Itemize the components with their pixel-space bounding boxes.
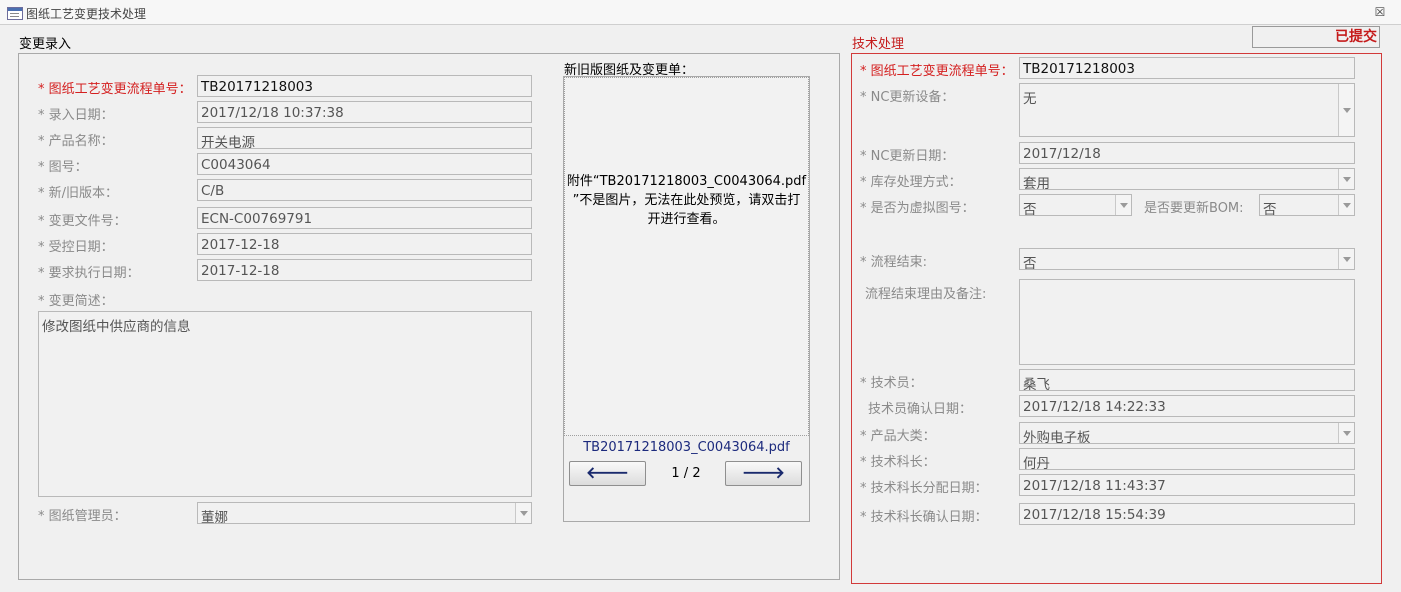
- preview-message-line1: 附件“TB20171218003_C0043064.pdf: [566, 174, 807, 189]
- nc-device-combo[interactable]: 无: [1019, 83, 1355, 137]
- technician-label: * 技术员：: [860, 376, 923, 391]
- nc-device-label: * NC更新设备：: [860, 90, 955, 105]
- stock-method-value: 套用: [1023, 176, 1050, 190]
- page-indicator: 1 / 2: [671, 466, 701, 481]
- chevron-down-icon[interactable]: [1338, 249, 1354, 269]
- attachment-filename-link[interactable]: TB20171218003_C0043064.pdf: [564, 440, 809, 455]
- chevron-down-icon[interactable]: [1338, 423, 1354, 443]
- version-field[interactable]: C/B: [197, 179, 532, 201]
- left-section-title: 变更录入: [19, 37, 72, 52]
- arrow-left-icon: 🡐: [586, 463, 629, 482]
- preview-message-line3: 开进行查看。: [647, 212, 726, 227]
- drawing-admin-label: * 图纸管理员：: [38, 509, 127, 524]
- entry-date-field[interactable]: 2017/12/18 10:37:38: [197, 101, 532, 123]
- tech-confirm-date-field[interactable]: 2017/12/18 14:22:33: [1019, 395, 1355, 417]
- chief-confirm-date-field[interactable]: 2017/12/18 15:54:39: [1019, 503, 1355, 525]
- tech-process-no-field[interactable]: TB20171218003: [1019, 57, 1355, 79]
- chevron-down-icon[interactable]: [1338, 195, 1354, 215]
- virtual-drawing-label: * 是否为虚拟图号：: [860, 201, 975, 216]
- chevron-down-icon[interactable]: [1338, 84, 1354, 136]
- change-doc-no-label: * 变更文件号：: [38, 214, 127, 229]
- section-chief-field[interactable]: 何丹: [1019, 448, 1355, 470]
- controlled-date-field[interactable]: 2017-12-18: [197, 233, 532, 255]
- chief-assign-date-label: * 技术科长分配日期：: [860, 481, 988, 496]
- technician-field[interactable]: 桑飞: [1019, 369, 1355, 391]
- close-icon[interactable]: ☒: [1373, 5, 1387, 19]
- chief-assign-date-field[interactable]: 2017/12/18 11:43:37: [1019, 474, 1355, 496]
- stock-method-label: * 库存处理方式：: [860, 175, 962, 190]
- chief-confirm-date-label: * 技术科长确认日期：: [860, 510, 988, 525]
- product-name-field[interactable]: 开关电源: [197, 127, 532, 149]
- change-summary-textarea[interactable]: 修改图纸中供应商的信息: [38, 311, 532, 497]
- next-page-button[interactable]: 🡒: [725, 461, 802, 486]
- process-end-label: * 流程结束:: [860, 255, 928, 270]
- product-category-combo[interactable]: 外购电子板: [1019, 422, 1355, 444]
- preview-message-line2: ”不是图片，无法在此处预览，请双击打: [572, 193, 801, 208]
- entry-date-label: * 录入日期：: [38, 108, 114, 123]
- title-bar: [0, 0, 1401, 25]
- product-category-label: * 产品大类：: [860, 429, 936, 444]
- change-summary-label: * 变更简述：: [38, 294, 114, 309]
- version-label: * 新/旧版本：: [38, 186, 119, 201]
- update-bom-value: 否: [1263, 202, 1277, 216]
- controlled-date-label: * 受控日期：: [38, 240, 114, 255]
- tech-process-no-label: * 图纸工艺变更流程单号：: [860, 64, 1014, 79]
- preview-message: 附件“TB20171218003_C0043064.pdf ”不是图片，无法在此…: [564, 172, 809, 229]
- drawing-admin-value: 董娜: [201, 510, 228, 524]
- status-badge: 已提交: [1252, 26, 1380, 48]
- stock-method-combo[interactable]: 套用: [1019, 168, 1355, 190]
- nc-update-date-label: * NC更新日期：: [860, 149, 955, 164]
- product-name-label: * 产品名称：: [38, 134, 114, 149]
- section-chief-label: * 技术科长：: [860, 455, 936, 470]
- form-icon: [7, 7, 23, 20]
- update-bom-label: 是否要更新BOM:: [1144, 201, 1244, 216]
- process-end-combo[interactable]: 否: [1019, 248, 1355, 270]
- end-reason-label: 流程结束理由及备注:: [865, 287, 987, 302]
- chevron-down-icon[interactable]: [1115, 195, 1131, 215]
- attachment-preview[interactable]: [564, 77, 809, 436]
- nc-update-date-field[interactable]: 2017/12/18: [1019, 142, 1355, 164]
- prev-page-button[interactable]: 🡐: [569, 461, 646, 486]
- right-section-title: 技术处理: [852, 37, 905, 52]
- window-title: 图纸工艺变更技术处理: [26, 7, 147, 21]
- virtual-drawing-value: 否: [1023, 202, 1037, 216]
- process-no-field[interactable]: TB20171218003: [197, 75, 532, 97]
- process-end-value: 否: [1023, 256, 1037, 270]
- end-reason-textarea[interactable]: [1019, 279, 1355, 365]
- chevron-down-icon[interactable]: [1338, 169, 1354, 189]
- update-bom-combo[interactable]: 否: [1259, 194, 1355, 216]
- product-category-value: 外购电子板: [1023, 430, 1091, 444]
- change-doc-no-field[interactable]: ECN-C00769791: [197, 207, 532, 229]
- process-no-label: * 图纸工艺变更流程单号：: [38, 82, 192, 97]
- drawing-no-field[interactable]: C0043064: [197, 153, 532, 175]
- virtual-drawing-combo[interactable]: 否: [1019, 194, 1132, 216]
- drawing-admin-combo[interactable]: 董娜: [197, 502, 532, 524]
- required-exec-date-field[interactable]: 2017-12-18: [197, 259, 532, 281]
- required-exec-date-label: * 要求执行日期：: [38, 266, 140, 281]
- nc-device-value: 无: [1023, 91, 1037, 107]
- arrow-right-icon: 🡒: [742, 463, 785, 482]
- chevron-down-icon[interactable]: [515, 503, 531, 523]
- drawing-no-label: * 图号：: [38, 160, 88, 175]
- tech-confirm-date-label: 技术员确认日期：: [868, 402, 973, 417]
